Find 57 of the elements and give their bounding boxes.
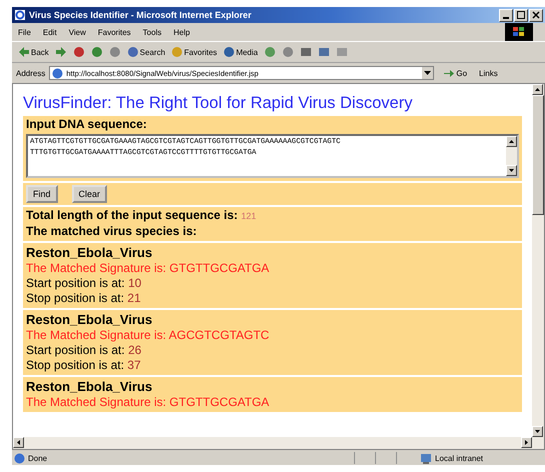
menu-item[interactable]: Help <box>173 28 190 36</box>
toolbar-button[interactable]: Search <box>126 46 166 58</box>
zone-text: Local intranet <box>435 454 484 462</box>
menu-item[interactable]: View <box>68 28 86 36</box>
start-label: Start position is at: <box>26 276 125 290</box>
maximize-icon <box>517 11 525 19</box>
matched-signature: The Matched Signature is: AGCGTCGTAGTC <box>26 328 270 343</box>
toolbar-button[interactable] <box>54 46 67 58</box>
address-label: Address <box>16 68 46 78</box>
menu-item[interactable]: Tools <box>142 28 162 36</box>
virus-name: Reston_Ebola_Virus <box>26 244 154 261</box>
status-text: Done <box>28 454 48 462</box>
virus-name: Reston_Ebola_Virus <box>26 378 154 395</box>
matched-signature: The Matched Signature is: GTGTTGCGATGA <box>26 261 270 276</box>
menu-item[interactable]: File <box>18 28 31 36</box>
horizontal-scrollbar[interactable] <box>13 437 544 449</box>
left-arrow-icon[interactable] <box>17 440 20 445</box>
find-button[interactable]: Find <box>26 185 58 203</box>
stop-label: Stop position is at: <box>26 358 124 372</box>
toolbar-button[interactable]: Media <box>223 46 258 58</box>
toolbar-button[interactable]: Back <box>18 46 49 58</box>
toolbar-button[interactable]: Favorites <box>171 46 218 58</box>
up-arrow-icon[interactable] <box>509 140 514 143</box>
go-button[interactable]: Go <box>444 68 468 78</box>
stop-value: 21 <box>127 291 141 305</box>
input-label: Input DNA sequence: <box>26 117 148 131</box>
page-heading: VirusFinder: The Right Tool for Rapid Virus Discovery <box>23 94 414 113</box>
menu-item[interactable]: Favorites <box>98 28 131 36</box>
window-title: Virus Species Identifier - Microsoft Internet Explorer <box>29 10 252 20</box>
intranet-icon <box>420 452 432 464</box>
start-value: 26 <box>128 343 142 357</box>
forward-icon <box>54 46 67 58</box>
menu-item[interactable]: Edit <box>42 28 57 36</box>
maximize-button[interactable] <box>514 8 528 22</box>
links-button[interactable]: Links <box>479 68 498 78</box>
up-arrow-icon[interactable] <box>535 88 540 91</box>
length-label: Total length of the input sequence is: <box>26 208 238 222</box>
matched-signature: The Matched Signature is: GTGTTGCGATGA <box>26 395 270 410</box>
browser-icon <box>14 9 26 21</box>
right-arrow-icon[interactable] <box>525 440 528 445</box>
virus-name: Reston_Ebola_Virus <box>26 311 154 328</box>
length-value: 121 <box>241 211 256 221</box>
stop-label: Stop position is at: <box>26 291 124 305</box>
windows-logo <box>505 23 533 41</box>
stop-value: 37 <box>127 358 141 372</box>
vertical-scrollbar[interactable] <box>532 84 544 437</box>
close-button[interactable] <box>529 8 543 22</box>
matched-label: The matched virus species is: <box>26 224 198 239</box>
clear-button[interactable]: Clear <box>72 185 108 203</box>
close-icon <box>532 11 540 19</box>
down-arrow-icon[interactable] <box>535 430 540 433</box>
minimize-button[interactable] <box>499 8 513 22</box>
start-label: Start position is at: <box>26 343 125 357</box>
start-value: 10 <box>128 276 142 290</box>
down-arrow-icon[interactable] <box>509 169 514 172</box>
dropdown-icon[interactable] <box>422 67 434 79</box>
back-icon <box>18 46 30 58</box>
